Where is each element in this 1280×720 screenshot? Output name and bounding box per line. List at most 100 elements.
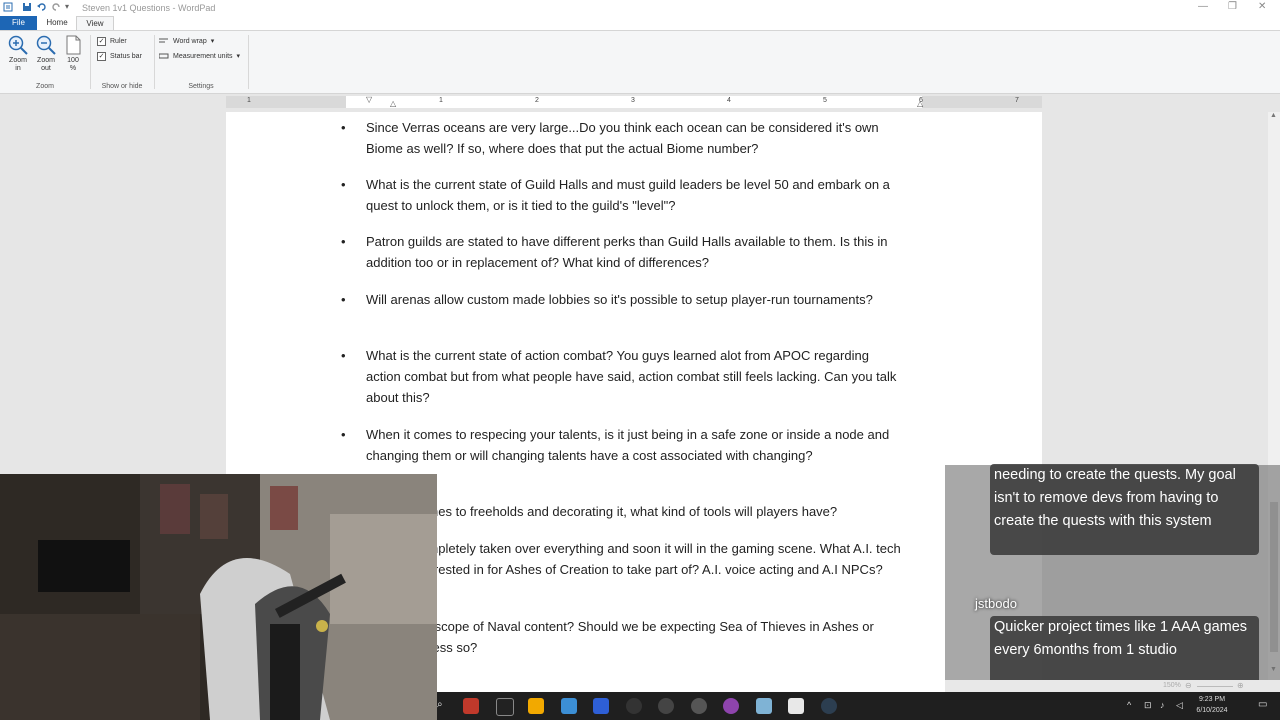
- bullet-icon: •: [341, 177, 346, 192]
- bullet-icon: •: [341, 292, 346, 307]
- volume-icon[interactable]: ◁: [1176, 700, 1183, 711]
- redo-icon[interactable]: [51, 2, 61, 12]
- game-launcher-icon[interactable]: [463, 698, 479, 714]
- microphone-icon[interactable]: ♪: [1160, 700, 1165, 710]
- list-item-text: What is the current state of Guild Halls…: [366, 177, 890, 213]
- first-line-indent-icon[interactable]: ▽: [366, 95, 372, 104]
- ruler-label: Ruler: [110, 38, 127, 45]
- word-wrap-icon: [159, 38, 168, 43]
- wordpad-app-icon: [3, 2, 13, 12]
- chevron-down-icon: ▾: [210, 38, 215, 45]
- tab-home[interactable]: Home: [40, 16, 74, 30]
- save-icon[interactable]: [22, 2, 32, 12]
- page-icon: [66, 35, 81, 55]
- ribbon-tabs: File Home View: [0, 16, 1280, 30]
- checkmark-icon: ✓: [97, 52, 106, 61]
- minimize-icon[interactable]: —: [1198, 1, 1208, 12]
- list-item-text: What is the scope of Naval content? Shou…: [366, 619, 874, 655]
- status-bar-checkbox[interactable]: ✓ Status bar: [97, 52, 142, 61]
- ribbon: Zoom in Zoom out 100 % Zoom ✓ Ruler ✓ St…: [0, 30, 1280, 94]
- notepad-icon[interactable]: [756, 698, 772, 714]
- webcam-overlay: [0, 474, 437, 720]
- bullet-icon: •: [341, 427, 346, 442]
- notification-icon[interactable]: ▭: [1258, 699, 1267, 710]
- zoom-out-icon: [36, 35, 56, 55]
- chat-overlay: needing to create the quests. My goal is…: [945, 464, 1280, 692]
- tab-view[interactable]: View: [76, 16, 114, 30]
- zoom-out-icon[interactable]: ⊖: [1185, 681, 1192, 690]
- search-icon[interactable]: ⌕: [437, 699, 443, 710]
- maximize-icon[interactable]: ❐: [1228, 1, 1237, 12]
- measurement-units-dropdown[interactable]: Measurement units ▾: [159, 52, 240, 60]
- ruler-number: 1: [247, 97, 251, 104]
- clock-time[interactable]: 9:23 PM: [1192, 696, 1232, 703]
- zoom-100-button[interactable]: 100 %: [62, 35, 84, 73]
- webcam-image: [0, 474, 437, 720]
- ruler-left-margin: [226, 96, 346, 108]
- checkmark-icon: ✓: [97, 37, 106, 46]
- list-item-text: A.I. has completely taken over everythin…: [366, 541, 901, 577]
- clock-date[interactable]: 6/10/2024: [1192, 707, 1232, 714]
- list-item-text: What is the current state of action comb…: [366, 348, 897, 405]
- group-show-label: Show or hide: [101, 83, 143, 90]
- chevron-up-icon[interactable]: ^: [1127, 700, 1131, 710]
- left-indent-icon[interactable]: △: [390, 99, 396, 108]
- group-separator: [90, 35, 91, 89]
- list-item[interactable]: • When it comes to freeholds and decorat…: [341, 501, 906, 522]
- ruler-number: 2: [535, 97, 539, 104]
- zoom-in-icon: [8, 35, 28, 55]
- ruler-number: 5: [823, 97, 827, 104]
- wordpad-icon[interactable]: [788, 698, 804, 714]
- zoom-in-icon[interactable]: ⊕: [1237, 681, 1244, 690]
- right-indent-icon[interactable]: △: [917, 99, 923, 108]
- tab-file[interactable]: File: [0, 16, 37, 30]
- zoom-in-label: Zoom in: [9, 57, 27, 72]
- status-bar: 150% ⊖ ⊕: [945, 680, 1280, 692]
- epic-games-icon[interactable]: [496, 698, 514, 716]
- word-wrap-label: Word wrap: [173, 37, 207, 45]
- app-icon[interactable]: [691, 698, 707, 714]
- network-icon[interactable]: ⊡: [1144, 700, 1152, 711]
- ruler-number: 3: [631, 97, 635, 104]
- list-item[interactable]: • A.I. has completely taken over everyth…: [341, 538, 906, 580]
- group-zoom-label: Zoom: [36, 83, 54, 90]
- group-separator: [248, 35, 249, 89]
- zoom-level: 150%: [1163, 682, 1181, 689]
- list-item[interactable]: • Will arenas allow custom made lobbies …: [341, 289, 906, 310]
- zoom-100-label: 100 %: [67, 57, 79, 72]
- obs-icon[interactable]: [626, 698, 642, 714]
- list-item[interactable]: • What is the current state of action co…: [341, 345, 906, 408]
- list-item-text: Will arenas allow custom made lobbies so…: [366, 292, 873, 307]
- chat-username: jstbodo: [975, 596, 1017, 611]
- ruler-right-margin: [922, 96, 1042, 108]
- measurement-units-label: Measurement units: [173, 52, 233, 60]
- undo-icon[interactable]: [37, 2, 47, 12]
- list-item[interactable]: • Patron guilds are stated to have diffe…: [341, 231, 906, 273]
- zoom-slider[interactable]: [1197, 686, 1233, 687]
- scroll-up-icon[interactable]: ▲: [1270, 112, 1277, 119]
- zoom-in-button[interactable]: Zoom in: [4, 35, 32, 73]
- list-item-text: Since Verras oceans are very large...Do …: [366, 120, 879, 156]
- mail-icon[interactable]: [561, 698, 577, 714]
- ruler-checkbox[interactable]: ✓ Ruler: [97, 37, 127, 46]
- zoom-out-button[interactable]: Zoom out: [32, 35, 60, 73]
- list-item[interactable]: • When it comes to respecing your talent…: [341, 424, 906, 466]
- ruler[interactable]: 1 1 2 3 4 5 6 7 ▽ △ △: [226, 95, 1042, 108]
- chevron-down-icon: ▾: [236, 53, 241, 60]
- close-icon[interactable]: ✕: [1258, 1, 1266, 12]
- store-icon[interactable]: [528, 698, 544, 714]
- malwarebytes-icon[interactable]: [593, 698, 609, 714]
- list-item[interactable]: • What is the scope of Naval content? Sh…: [341, 616, 906, 658]
- app-icon[interactable]: [723, 698, 739, 714]
- title-bar: ▾ Steven 1v1 Questions - WordPad — ❐ ✕: [0, 0, 1280, 16]
- list-item-text: When it comes to respecing your talents,…: [366, 427, 890, 463]
- group-separator: [154, 35, 155, 89]
- list-item[interactable]: • What is the current state of Guild Hal…: [341, 174, 906, 216]
- customize-quick-access-icon[interactable]: ▾: [65, 2, 75, 12]
- word-wrap-dropdown[interactable]: Word wrap ▾: [159, 37, 214, 45]
- bullet-icon: •: [341, 348, 346, 363]
- ruler-icon: [159, 53, 169, 59]
- app-icon[interactable]: [658, 698, 674, 714]
- list-item[interactable]: • Since Verras oceans are very large...D…: [341, 117, 906, 159]
- app-icon[interactable]: [821, 698, 837, 714]
